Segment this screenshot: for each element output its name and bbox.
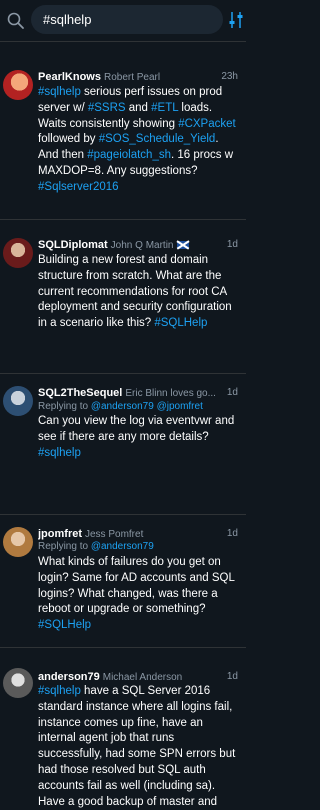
hashtag-link[interactable]: #ETL (151, 102, 178, 114)
tweet-text: #sqlhelp have a SQL Server 2016 standard… (38, 684, 240, 810)
search-bar: #sqlhelp (0, 0, 246, 42)
display-name[interactable]: SQL2TheSequel (38, 387, 122, 399)
reply-label: Replying to (38, 541, 91, 552)
user-fullname[interactable]: Michael Anderson (103, 672, 183, 683)
hashtag-link[interactable]: #SQLHelp (154, 317, 207, 329)
tweet-text-segment: What kinds of failures do you get on log… (38, 556, 235, 616)
hashtag-link[interactable]: #SQLHelp (38, 619, 91, 631)
tweet-text: Can you view the log via eventvwr and se… (38, 414, 240, 461)
filter-sliders-icon[interactable] (229, 10, 243, 30)
search-input[interactable]: #sqlhelp (31, 5, 223, 34)
search-icon[interactable] (6, 11, 26, 31)
tweet-text: What kinds of failures do you get on log… (38, 555, 240, 634)
user-fullname[interactable]: Robert Pearl (104, 72, 160, 83)
reply-mention[interactable]: @anderson79 (91, 541, 154, 552)
user-fullname[interactable]: John Q Martin (111, 240, 174, 251)
hashtag-link[interactable]: #sqlhelp (38, 685, 81, 697)
display-name[interactable]: anderson79 (38, 671, 100, 683)
reply-mention[interactable]: @jpomfret (157, 401, 203, 412)
tweet[interactable]: anderson79 Michael Anderson 1d #sqlhelp h… (0, 648, 246, 810)
timestamp: 1d (222, 386, 238, 400)
avatar[interactable] (3, 668, 33, 698)
tweet-text-segment: followed by (38, 133, 99, 146)
hashtag-link[interactable]: #CXPacket (178, 118, 236, 130)
tweet-text-segment: have a SQL Server 2016 standard instance… (38, 685, 236, 808)
timestamp: 1d (222, 527, 238, 541)
hashtag-link[interactable]: #pageiolatch_sh (87, 149, 171, 161)
avatar[interactable] (3, 527, 33, 557)
hashtag-link[interactable]: #sqlhelp (38, 447, 81, 459)
tweet-header: PearlKnows Robert Pearl 23h (38, 70, 238, 85)
tweet-text-segment: and (125, 101, 152, 114)
tweet[interactable]: SQL2TheSequel Eric Blinn loves go... 1d R… (0, 374, 246, 515)
tweet[interactable]: jpomfret Jess Pomfret 1d Replying to @and… (0, 515, 246, 648)
scotland-flag-icon (177, 241, 190, 250)
reply-mention[interactable]: @anderson79 (91, 401, 154, 412)
tweet-header: SQLDiplomat John Q Martin 1d (38, 238, 238, 253)
avatar[interactable] (3, 386, 33, 416)
tweet[interactable]: SQLDiplomat John Q Martin 1d Building a n… (0, 220, 246, 374)
reply-context: Replying to @anderson79 @jpomfret (38, 400, 240, 413)
timestamp: 1d (222, 238, 238, 252)
tweet[interactable]: PearlKnows Robert Pearl 23h #sqlhelp seri… (0, 42, 246, 220)
avatar[interactable] (3, 70, 33, 100)
avatar[interactable] (3, 238, 33, 268)
timestamp: 23h (217, 70, 238, 84)
display-name[interactable]: SQLDiplomat (38, 239, 108, 251)
tweet-text-segment: Can you view the log via eventvwr and se… (38, 415, 235, 443)
hashtag-link[interactable]: #sqlhelp (38, 86, 81, 98)
reply-context: Replying to @anderson79 (38, 540, 240, 553)
hashtag-link[interactable]: #SSRS (88, 102, 126, 114)
hashtag-link[interactable]: #Sqlserver2016 (38, 181, 119, 193)
tweet-header: anderson79 Michael Anderson 1d (38, 670, 238, 685)
tweet-header: SQL2TheSequel Eric Blinn loves go... 1d (38, 386, 238, 401)
tweet-text: Building a new forest and domain structu… (38, 253, 240, 332)
tweet-text: #sqlhelp serious perf issues on prod ser… (38, 85, 240, 196)
timestamp: 1d (222, 670, 238, 684)
display-name[interactable]: jpomfret (38, 528, 82, 540)
user-fullname[interactable]: Jess Pomfret (85, 529, 143, 540)
display-name[interactable]: PearlKnows (38, 71, 101, 83)
reply-label: Replying to (38, 401, 91, 412)
hashtag-link[interactable]: #SOS_Schedule_Yield (99, 133, 216, 145)
user-fullname[interactable]: Eric Blinn loves go... (125, 388, 216, 399)
